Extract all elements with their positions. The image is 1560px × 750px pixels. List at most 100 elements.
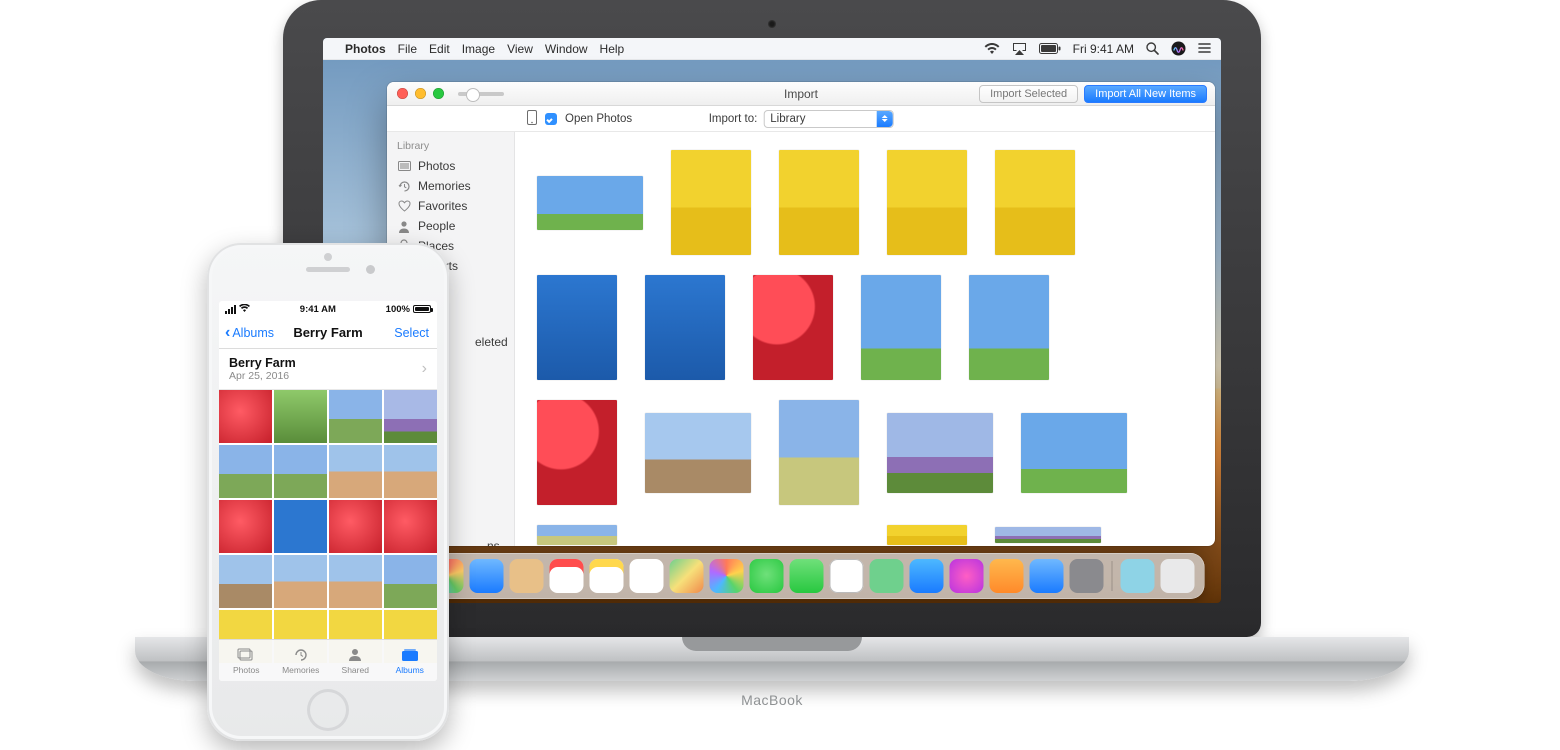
front-camera (366, 265, 375, 274)
photo-thumbnail[interactable] (329, 555, 382, 608)
photo-thumbnail[interactable] (861, 275, 941, 380)
dock-ibooks-icon[interactable] (990, 559, 1024, 593)
menu-edit[interactable]: Edit (429, 42, 450, 56)
window-titlebar[interactable]: Import Import Selected Import All New It… (387, 82, 1215, 106)
album-date: Apr 25, 2016 (229, 370, 296, 382)
home-button[interactable] (307, 689, 349, 731)
tab-label: Memories (282, 665, 319, 675)
ios-nav-bar: ‹ Albums Berry Farm Select (219, 317, 437, 349)
tab-albums[interactable]: Albums (383, 640, 438, 681)
macbook-screen: Photos File Edit Image View Window Help (323, 38, 1221, 603)
photo-thumbnail[interactable] (274, 390, 327, 443)
sidebar-item-memories[interactable]: Memories (387, 176, 514, 196)
tab-shared[interactable]: Shared (328, 640, 383, 681)
tab-memories[interactable]: Memories (274, 640, 329, 681)
spotlight-icon[interactable] (1146, 42, 1159, 55)
close-button[interactable] (397, 88, 408, 99)
dock-numbers-icon[interactable] (870, 559, 904, 593)
menubar-clock[interactable]: Fri 9:41 AM (1073, 42, 1134, 56)
photo-thumbnail[interactable] (384, 445, 437, 498)
dock-keynote-icon[interactable] (910, 559, 944, 593)
photo-thumbnail[interactable] (779, 150, 859, 255)
thumbnail-zoom-slider[interactable] (458, 92, 504, 96)
fullscreen-button[interactable] (433, 88, 444, 99)
dock-photos-icon[interactable] (710, 559, 744, 593)
minimize-button[interactable] (415, 88, 426, 99)
import-toolbar: Open Photos Import to: Library (387, 106, 1215, 132)
photo-thumbnail[interactable] (274, 445, 327, 498)
photo-thumbnail[interactable] (671, 150, 751, 255)
back-button[interactable]: ‹ Albums (225, 325, 274, 341)
photo-thumbnail[interactable] (969, 275, 1049, 380)
tab-photos[interactable]: Photos (219, 640, 274, 681)
chevron-right-icon: › (422, 360, 427, 378)
photo-thumbnail[interactable] (645, 413, 751, 493)
macbook-notch (682, 637, 862, 651)
dock-itunes-icon[interactable] (950, 559, 984, 593)
dock-maps-icon[interactable] (670, 559, 704, 593)
sidebar-item-label: People (418, 219, 455, 233)
photo-thumbnail[interactable] (887, 525, 967, 545)
sidebar-item-favorites[interactable]: Favorites (387, 196, 514, 216)
notification-center-icon[interactable] (1198, 43, 1211, 55)
photo-thumbnail[interactable] (384, 500, 437, 553)
photo-thumbnail[interactable] (384, 555, 437, 608)
open-photos-checkbox[interactable] (545, 113, 557, 125)
photo-grid[interactable] (219, 390, 437, 663)
dock-downloads-icon[interactable] (1121, 559, 1155, 593)
sidebar-item-people[interactable]: People (387, 216, 514, 236)
photo-thumbnail[interactable] (887, 413, 993, 493)
airplay-icon[interactable] (1012, 43, 1027, 55)
photo-thumbnail[interactable] (537, 400, 617, 505)
menu-window[interactable]: Window (545, 42, 588, 56)
photo-thumbnail[interactable] (329, 500, 382, 553)
menu-view[interactable]: View (507, 42, 533, 56)
app-menu[interactable]: Photos (345, 42, 386, 56)
dock-messages-icon[interactable] (750, 559, 784, 593)
dock-facetime-icon[interactable] (790, 559, 824, 593)
siri-icon[interactable] (1171, 41, 1186, 56)
photo-thumbnail[interactable] (995, 527, 1101, 543)
photo-thumbnail[interactable] (645, 275, 725, 380)
dock-mail-icon[interactable] (470, 559, 504, 593)
dock-notes-icon[interactable] (590, 559, 624, 593)
import-grid[interactable] (515, 132, 1215, 546)
photo-thumbnail[interactable] (219, 445, 272, 498)
dock-pages-icon[interactable] (830, 559, 864, 593)
photo-thumbnail[interactable] (537, 275, 617, 380)
photo-thumbnail[interactable] (779, 400, 859, 505)
menu-file[interactable]: File (398, 42, 417, 56)
photo-thumbnail[interactable] (274, 555, 327, 608)
battery-icon[interactable] (1039, 43, 1061, 54)
dock-trash-icon[interactable] (1161, 559, 1195, 593)
album-header-row[interactable]: Berry Farm Apr 25, 2016 › (219, 349, 437, 390)
import-all-new-button[interactable]: Import All New Items (1084, 85, 1207, 103)
photo-thumbnail[interactable] (219, 555, 272, 608)
dock-system-prefs-icon[interactable] (1070, 559, 1104, 593)
import-to-select[interactable]: Library (763, 110, 893, 128)
dock-reminders-icon[interactable] (630, 559, 664, 593)
photo-thumbnail[interactable] (753, 275, 833, 380)
menu-help[interactable]: Help (600, 42, 625, 56)
select-button[interactable]: Select (394, 326, 429, 340)
photo-thumbnail[interactable] (219, 500, 272, 553)
import-selected-button[interactable]: Import Selected (979, 85, 1078, 103)
photo-thumbnail[interactable] (1021, 413, 1127, 493)
dock-calendar-icon[interactable] (550, 559, 584, 593)
wifi-icon[interactable] (984, 43, 1000, 55)
photo-thumbnail[interactable] (995, 150, 1075, 255)
ios-status-bar: 9:41 AM 100% (219, 301, 437, 317)
photo-thumbnail[interactable] (384, 390, 437, 443)
sidebar-item-photos[interactable]: Photos (387, 156, 514, 176)
dock-appstore-icon[interactable] (1030, 559, 1064, 593)
photo-thumbnail[interactable] (537, 176, 643, 230)
dock-contacts-icon[interactable] (510, 559, 544, 593)
photo-thumbnail[interactable] (219, 390, 272, 443)
photo-thumbnail[interactable] (537, 525, 617, 545)
menu-image[interactable]: Image (462, 42, 495, 56)
clock-memories-icon (397, 179, 411, 193)
photo-thumbnail[interactable] (329, 390, 382, 443)
photo-thumbnail[interactable] (329, 445, 382, 498)
photo-thumbnail[interactable] (274, 500, 327, 553)
photo-thumbnail[interactable] (887, 150, 967, 255)
